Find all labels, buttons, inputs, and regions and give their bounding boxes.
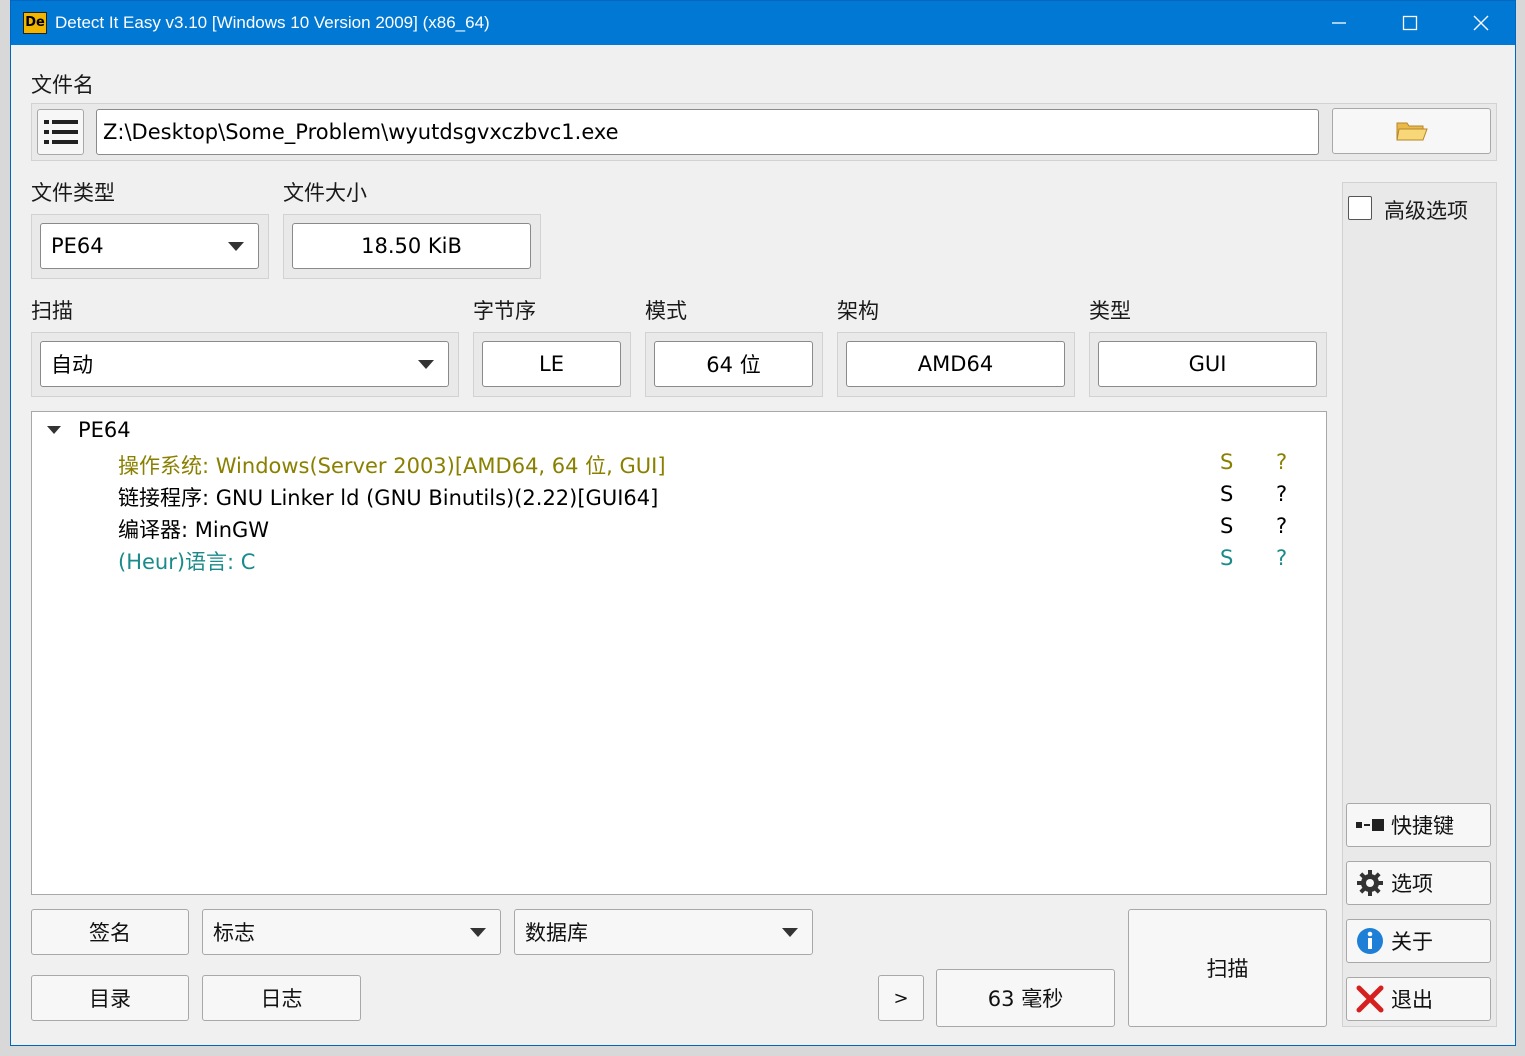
info-icon [1355, 926, 1385, 956]
minimize-button[interactable] [1304, 1, 1374, 45]
advanced-checkbox[interactable] [1348, 196, 1372, 220]
file-name-label: 文件名 [31, 73, 94, 97]
file-size-field: 18.50 KiB [292, 223, 531, 269]
exit-button[interactable]: 退出 [1346, 977, 1491, 1021]
result-compiler-q: ? [1276, 514, 1288, 538]
shortcuts-button[interactable]: 快捷键 [1346, 803, 1491, 847]
open-file-button[interactable] [1332, 108, 1491, 154]
file-type-select[interactable]: PE64 [40, 223, 259, 269]
scan-button[interactable]: 扫描 [1128, 909, 1327, 1027]
file-size-label: 文件大小 [283, 181, 367, 205]
list-icon [43, 120, 78, 144]
chevron-down-icon [418, 360, 434, 369]
result-language-q: ? [1276, 546, 1288, 570]
chevron-down-icon [782, 928, 798, 937]
result-language[interactable]: (Heur)语言: C [118, 546, 255, 576]
result-os[interactable]: 操作系统: Windows(Server 2003)[AMD64, 64 位, … [118, 450, 666, 480]
maximize-icon [1402, 15, 1418, 31]
file-type-label: 文件类型 [31, 181, 115, 205]
result-language-s: S [1220, 546, 1234, 570]
folder-icon [1395, 122, 1428, 141]
mode-label: 模式 [645, 299, 687, 323]
gear-icon [1355, 868, 1385, 898]
scan-label: 扫描 [31, 299, 73, 323]
type-label: 类型 [1089, 299, 1131, 323]
result-linker-s: S [1220, 482, 1234, 506]
title-bar: De Detect It Easy v3.10 [Windows 10 Vers… [11, 1, 1515, 45]
options-button[interactable]: 选项 [1346, 861, 1491, 905]
signature-button[interactable]: 签名 [31, 909, 189, 955]
shortcut-icon [1355, 810, 1385, 840]
advanced-label[interactable]: 高级选项 [1384, 195, 1468, 225]
minimize-icon [1332, 22, 1346, 24]
endianness-label: 字节序 [473, 299, 536, 323]
scan-mode-select[interactable]: 自动 [40, 341, 449, 387]
result-compiler-s: S [1220, 514, 1234, 538]
file-menu-button[interactable] [37, 109, 84, 155]
flags-select[interactable]: 标志 [202, 909, 501, 955]
file-path-input[interactable]: Z:\Desktop\Some_Problem\wyutdsgvxczbvc1.… [96, 109, 1319, 155]
arch-field: AMD64 [846, 341, 1065, 387]
collapse-arrow-icon[interactable] [46, 424, 62, 436]
type-field: GUI [1098, 341, 1317, 387]
more-button[interactable]: > [878, 975, 924, 1021]
result-os-s: S [1220, 450, 1234, 474]
about-button[interactable]: 关于 [1346, 919, 1491, 963]
result-linker-q: ? [1276, 482, 1288, 506]
directory-button[interactable]: 目录 [31, 975, 189, 1021]
window-title: Detect It Easy v3.10 [Windows 10 Version… [55, 13, 490, 32]
result-linker[interactable]: 链接程序: GNU Linker ld (GNU Binutils)(2.22)… [118, 482, 658, 512]
maximize-button[interactable] [1375, 1, 1445, 45]
database-select[interactable]: 数据库 [514, 909, 813, 955]
results-tree[interactable]: PE64 操作系统: Windows(Server 2003)[AMD64, 6… [31, 411, 1327, 895]
result-os-q: ? [1276, 450, 1288, 474]
chevron-down-icon [470, 928, 486, 937]
result-compiler[interactable]: 编译器: MinGW [118, 514, 269, 544]
close-red-icon [1355, 984, 1385, 1014]
app-icon: De [23, 12, 47, 34]
endianness-field: LE [482, 341, 621, 387]
tree-root-pe64[interactable]: PE64 [78, 418, 131, 442]
close-button[interactable] [1446, 1, 1516, 45]
close-icon [1473, 15, 1489, 31]
main-window: De Detect It Easy v3.10 [Windows 10 Vers… [10, 0, 1516, 1046]
log-button[interactable]: 日志 [202, 975, 361, 1021]
chevron-down-icon [228, 242, 244, 251]
elapsed-time-button[interactable]: 63 毫秒 [936, 969, 1115, 1027]
arch-label: 架构 [837, 299, 879, 323]
mode-field: 64 位 [654, 341, 813, 387]
